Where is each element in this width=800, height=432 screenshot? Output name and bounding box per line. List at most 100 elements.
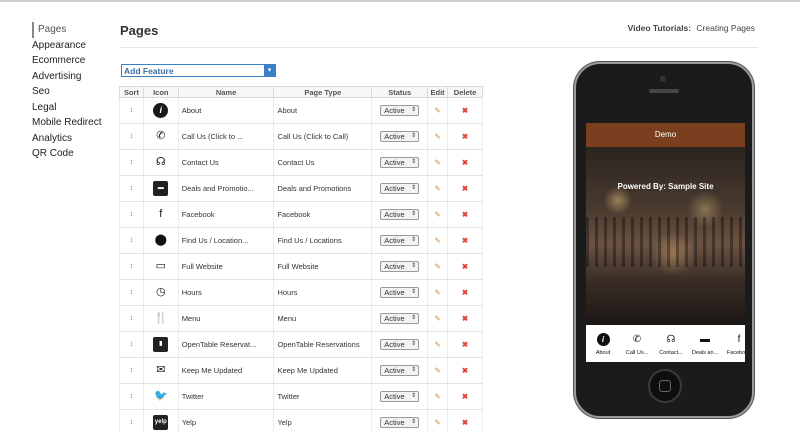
status-select[interactable]: Active ⇕ (380, 313, 420, 324)
status-value: Active (384, 288, 405, 297)
edit-pencil-icon[interactable]: ✎ (427, 227, 449, 254)
sort-handle-icon[interactable]: ↕ (119, 279, 144, 306)
delete-x-icon[interactable]: ✖ (447, 279, 483, 306)
page-name: Deals and Promotio... (177, 175, 275, 202)
status-value: Active (384, 158, 405, 167)
sidebar-item-mobile-redirect[interactable]: Mobile Redirect (32, 115, 112, 131)
location-icon[interactable]: ⬤ (153, 233, 168, 248)
table-row: ↕ ◷ Hours Hours Active ⇕ ✎ ✖ (119, 279, 483, 306)
headset-icon[interactable]: ☊ (153, 155, 168, 170)
sort-handle-icon[interactable]: ↕ (119, 253, 144, 280)
edit-pencil-icon[interactable]: ✎ (427, 253, 449, 280)
page-type: Find Us / Locations (273, 227, 373, 254)
status-select[interactable]: Active ⇕ (380, 417, 420, 428)
edit-pencil-icon[interactable]: ✎ (427, 409, 449, 432)
sort-handle-icon[interactable]: ↕ (119, 331, 144, 358)
preview-nav-item[interactable]: i About (586, 325, 620, 362)
delete-x-icon[interactable]: ✖ (447, 97, 483, 124)
ticket-icon: ▬ (700, 334, 710, 345)
page-type: Twitter (273, 383, 373, 410)
sort-handle-icon[interactable]: ↕ (119, 409, 144, 432)
status-select[interactable]: Active ⇕ (380, 391, 420, 402)
reservation-icon[interactable]: ▮ (153, 337, 169, 352)
facebook-icon[interactable]: f (153, 207, 168, 222)
status-select[interactable]: Active ⇕ (380, 339, 420, 350)
edit-pencil-icon[interactable]: ✎ (427, 357, 449, 384)
status-select[interactable]: Active ⇕ (380, 209, 420, 220)
delete-x-icon[interactable]: ✖ (447, 253, 483, 280)
sort-handle-icon[interactable]: ↕ (119, 357, 144, 384)
yelp-icon[interactable]: yelp (153, 415, 169, 430)
page-type: About (273, 97, 373, 124)
sort-handle-icon[interactable]: ↕ (119, 123, 144, 150)
delete-x-icon[interactable]: ✖ (447, 123, 483, 150)
sidebar-item-ecommerce[interactable]: Ecommerce (32, 53, 112, 69)
edit-pencil-icon[interactable]: ✎ (427, 201, 449, 228)
status-select[interactable]: Active ⇕ (380, 157, 420, 168)
delete-x-icon[interactable]: ✖ (447, 201, 483, 228)
page-name: Keep Me Updated (177, 357, 275, 384)
phone-icon[interactable]: ✆ (153, 129, 168, 144)
status-select[interactable]: Active ⇕ (380, 261, 420, 272)
sort-handle-icon[interactable]: ↕ (119, 305, 144, 332)
edit-pencil-icon[interactable]: ✎ (427, 175, 449, 202)
info-icon[interactable]: i (153, 103, 169, 118)
sidebar-item-appearance[interactable]: Appearance (32, 38, 112, 54)
status-select[interactable]: Active ⇕ (380, 287, 420, 298)
delete-x-icon[interactable]: ✖ (447, 409, 483, 432)
page-name: Contact Us (177, 149, 275, 176)
preview-nav-item[interactable]: f Facebook (722, 325, 745, 362)
sidebar-item-advertising[interactable]: Advertising (32, 69, 112, 85)
add-feature-select[interactable]: Add Feature ▾ (121, 64, 276, 77)
edit-pencil-icon[interactable]: ✎ (427, 331, 449, 358)
laptop-icon[interactable]: ▭ (153, 259, 168, 274)
edit-pencil-icon[interactable]: ✎ (427, 97, 449, 124)
edit-pencil-icon[interactable]: ✎ (427, 383, 449, 410)
table-row: ↕ i About About Active ⇕ ✎ ✖ (119, 97, 483, 124)
sort-handle-icon[interactable]: ↕ (119, 227, 144, 254)
twitter-icon[interactable]: 🐦 (153, 389, 168, 404)
delete-x-icon[interactable]: ✖ (447, 305, 483, 332)
status-select[interactable]: Active ⇕ (380, 365, 420, 376)
preview-nav-item[interactable]: ☊ Contact... (654, 325, 688, 362)
sidebar-item-analytics[interactable]: Analytics (32, 131, 112, 147)
ticket-icon[interactable]: ▬ (153, 181, 169, 196)
table-row: ↕ yelp Yelp Yelp Active ⇕ ✎ ✖ (119, 409, 483, 432)
edit-pencil-icon[interactable]: ✎ (427, 123, 449, 150)
video-tutorials-label: Video Tutorials: (627, 23, 692, 33)
page-name: Facebook (177, 201, 275, 228)
preview-nav-item[interactable]: ▬ Deals an... (688, 325, 722, 362)
utensils-icon[interactable]: 🍴 (153, 311, 168, 326)
preview-nav-item[interactable]: ✆ Call Us... (620, 325, 654, 362)
page-type: Call Us (Click to Call) (273, 123, 373, 150)
select-arrows-icon: ⇕ (411, 289, 417, 295)
newsletter-icon[interactable]: ✉ (153, 363, 168, 378)
delete-x-icon[interactable]: ✖ (447, 227, 483, 254)
edit-pencil-icon[interactable]: ✎ (427, 305, 449, 332)
sidebar-item-pages[interactable]: Pages (32, 22, 112, 38)
edit-pencil-icon[interactable]: ✎ (427, 149, 449, 176)
delete-x-icon[interactable]: ✖ (447, 175, 483, 202)
delete-x-icon[interactable]: ✖ (447, 383, 483, 410)
table-header-row: Sort Icon Name Page Type Status Edit Del… (119, 86, 483, 98)
delete-x-icon[interactable]: ✖ (447, 357, 483, 384)
sidebar-item-qr-code[interactable]: QR Code (32, 146, 112, 162)
sort-handle-icon[interactable]: ↕ (119, 149, 144, 176)
status-select[interactable]: Active ⇕ (380, 131, 420, 142)
chevron-down-icon[interactable]: ▾ (264, 65, 275, 76)
delete-x-icon[interactable]: ✖ (447, 331, 483, 358)
status-select[interactable]: Active ⇕ (380, 183, 420, 194)
delete-x-icon[interactable]: ✖ (447, 149, 483, 176)
sort-handle-icon[interactable]: ↕ (119, 201, 144, 228)
edit-pencil-icon[interactable]: ✎ (427, 279, 449, 306)
col-status: Status (371, 86, 429, 98)
clock-icon[interactable]: ◷ (153, 285, 168, 300)
creating-pages-link[interactable]: Creating Pages (696, 23, 755, 33)
status-select[interactable]: Active ⇕ (380, 105, 420, 116)
sidebar-item-legal[interactable]: Legal (32, 100, 112, 116)
sort-handle-icon[interactable]: ↕ (119, 383, 144, 410)
status-select[interactable]: Active ⇕ (380, 235, 420, 246)
sort-handle-icon[interactable]: ↕ (119, 97, 144, 124)
sidebar-item-seo[interactable]: Seo (32, 84, 112, 100)
sort-handle-icon[interactable]: ↕ (119, 175, 144, 202)
